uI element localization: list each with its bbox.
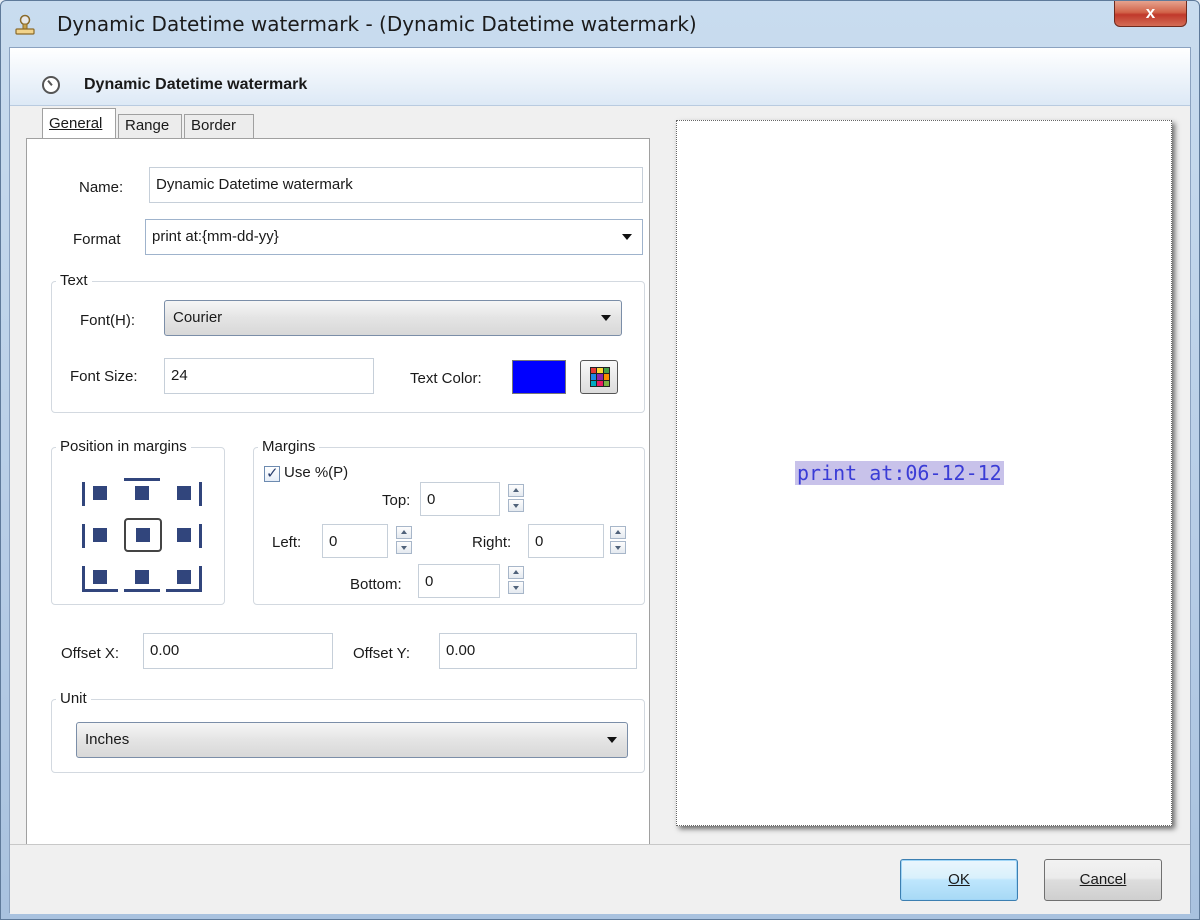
header-title: Dynamic Datetime watermark bbox=[84, 76, 308, 93]
position-top-center[interactable] bbox=[124, 478, 160, 508]
window-title: Dynamic Datetime watermark - (Dynamic Da… bbox=[57, 12, 697, 36]
tab-range[interactable]: Range bbox=[118, 114, 182, 138]
position-top-right[interactable] bbox=[166, 478, 202, 508]
text-group-title: Text bbox=[56, 272, 92, 289]
position-bottom-center[interactable] bbox=[124, 562, 160, 592]
cancel-button[interactable]: Cancel bbox=[1044, 859, 1162, 901]
unit-value: Inches bbox=[85, 731, 130, 748]
clock-icon bbox=[42, 76, 60, 94]
position-group: Position in margins bbox=[51, 438, 225, 605]
ok-button[interactable]: OK bbox=[900, 859, 1018, 901]
name-label: Name: bbox=[79, 179, 124, 196]
font-combo[interactable]: Courier bbox=[164, 300, 622, 336]
dialog-footer: OK Cancel bbox=[10, 844, 1190, 914]
font-size-field[interactable]: 24 bbox=[164, 358, 374, 394]
bottom-margin-spinner[interactable] bbox=[508, 566, 524, 594]
font-value: Courier bbox=[173, 309, 223, 326]
preview-text: print at:06-12-12 bbox=[795, 461, 1004, 485]
offset-x-field[interactable]: 0.00 bbox=[143, 633, 333, 669]
text-color-swatch[interactable] bbox=[512, 360, 566, 394]
bottom-label: Bottom: bbox=[350, 576, 402, 593]
tab-general[interactable]: General bbox=[42, 108, 116, 138]
font-label: Font(H): bbox=[80, 312, 136, 329]
left-margin-field[interactable]: 0 bbox=[322, 524, 388, 558]
position-center[interactable] bbox=[124, 518, 162, 552]
close-button[interactable]: x bbox=[1114, 1, 1187, 27]
use-percent-checkbox[interactable] bbox=[264, 464, 280, 482]
top-label: Top: bbox=[382, 492, 411, 509]
font-size-label: Font Size: bbox=[70, 368, 138, 385]
right-margin-field[interactable]: 0 bbox=[528, 524, 604, 558]
close-icon: x bbox=[1145, 3, 1156, 22]
right-margin-spinner[interactable] bbox=[610, 526, 626, 554]
palette-icon bbox=[590, 367, 610, 387]
dialog-client: Dynamic Datetime watermark General Range… bbox=[9, 47, 1191, 914]
format-combo[interactable]: print at:{mm-dd-yy} bbox=[145, 219, 643, 255]
chevron-down-icon bbox=[607, 737, 617, 743]
chevron-down-icon bbox=[601, 315, 611, 321]
offset-y-label: Offset Y: bbox=[353, 645, 410, 662]
watermark-preview: print at:06-12-12 bbox=[676, 120, 1172, 826]
position-top-left[interactable] bbox=[82, 478, 118, 508]
use-percent-label: Use %(P) bbox=[284, 464, 349, 481]
position-bottom-left[interactable] bbox=[82, 562, 118, 592]
tab-border[interactable]: Border bbox=[184, 114, 254, 138]
top-margin-spinner[interactable] bbox=[508, 484, 524, 512]
text-color-label: Text Color: bbox=[410, 370, 482, 387]
format-label: Format bbox=[73, 231, 121, 248]
title-bar[interactable]: Dynamic Datetime watermark - (Dynamic Da… bbox=[1, 1, 1199, 47]
position-middle-right[interactable] bbox=[166, 520, 202, 550]
unit-group: Unit Inches bbox=[51, 690, 645, 773]
right-label: Right: bbox=[472, 534, 512, 551]
position-group-title: Position in margins bbox=[56, 438, 191, 455]
position-bottom-right[interactable] bbox=[166, 562, 202, 592]
bottom-margin-field[interactable]: 0 bbox=[418, 564, 500, 598]
color-picker-button[interactable] bbox=[580, 360, 618, 394]
format-value: print at:{mm-dd-yy} bbox=[152, 228, 279, 245]
name-field[interactable]: Dynamic Datetime watermark bbox=[149, 167, 643, 203]
margins-group: Margins Use %(P) Top: 0 Left: 0 Right: 0… bbox=[253, 438, 645, 605]
left-margin-spinner[interactable] bbox=[396, 526, 412, 554]
stamp-icon bbox=[15, 14, 35, 35]
settings-panel: General Range Border Name: Dynamic Datet… bbox=[10, 106, 650, 846]
margins-group-title: Margins bbox=[258, 438, 320, 455]
dialog-window: Dynamic Datetime watermark - (Dynamic Da… bbox=[0, 0, 1200, 920]
text-group: Text Font(H): Courier Font Size: 24 Text… bbox=[51, 272, 645, 413]
offset-y-field[interactable]: 0.00 bbox=[439, 633, 637, 669]
unit-group-title: Unit bbox=[56, 690, 91, 707]
top-margin-field[interactable]: 0 bbox=[420, 482, 500, 516]
unit-combo[interactable]: Inches bbox=[76, 722, 628, 758]
position-middle-left[interactable] bbox=[82, 520, 118, 550]
left-label: Left: bbox=[272, 534, 302, 551]
header-band: Dynamic Datetime watermark bbox=[10, 48, 1190, 106]
general-tab-body: Name: Dynamic Datetime watermark Format … bbox=[26, 138, 650, 846]
chevron-down-icon bbox=[622, 234, 632, 240]
offset-x-label: Offset X: bbox=[61, 645, 120, 662]
